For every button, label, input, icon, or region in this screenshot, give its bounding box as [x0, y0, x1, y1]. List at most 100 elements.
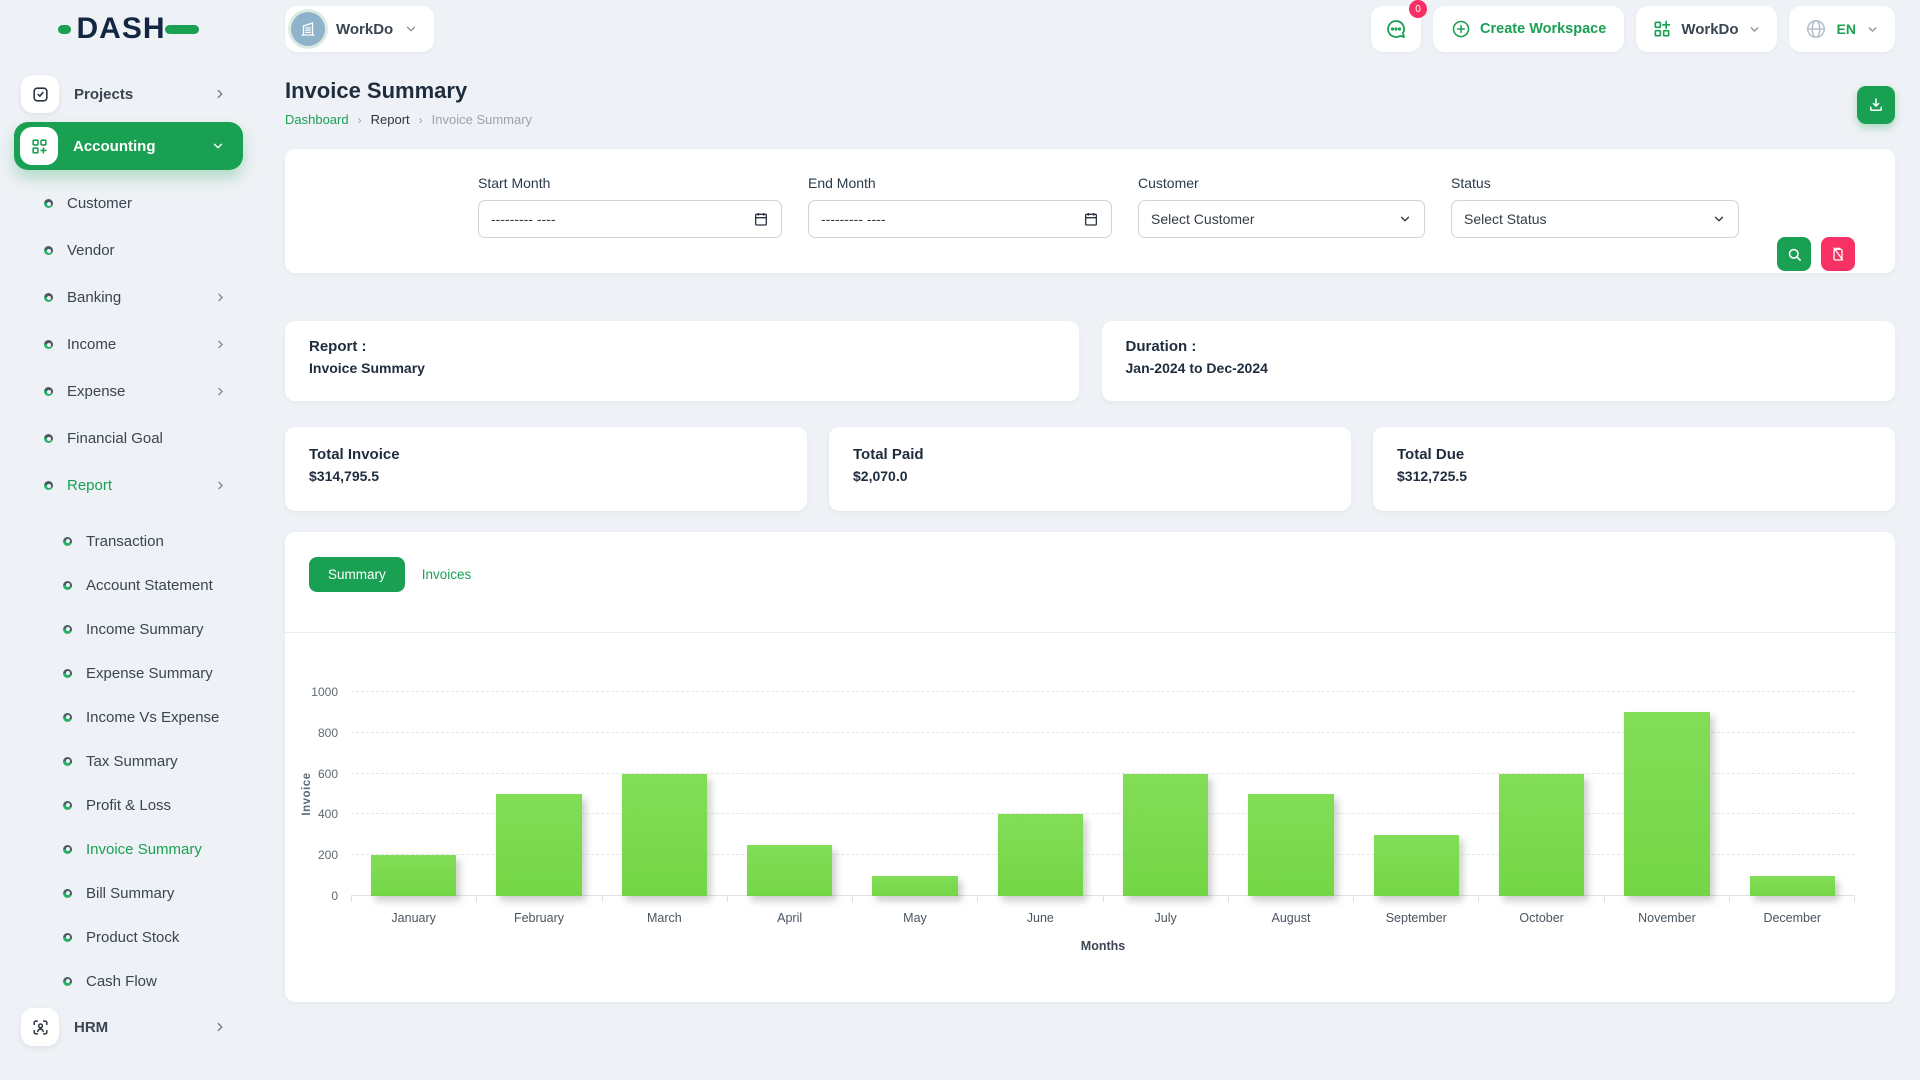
- bar-october[interactable]: [1499, 774, 1584, 896]
- sidebar-item-account-statement[interactable]: Account Statement: [0, 563, 257, 607]
- logo-accent-right: [165, 25, 199, 34]
- create-workspace-label: Create Workspace: [1480, 21, 1606, 37]
- breadcrumb-report[interactable]: Report: [371, 112, 410, 127]
- workdo-menu-button[interactable]: WorkDo: [1636, 6, 1776, 52]
- sidebar-item-customer[interactable]: Customer: [0, 180, 257, 227]
- create-workspace-button[interactable]: Create Workspace: [1433, 6, 1624, 52]
- x-tick-label: April: [727, 911, 852, 925]
- chevron-right-icon: [214, 385, 227, 398]
- breadcrumb-current: Invoice Summary: [432, 112, 532, 127]
- x-tick-label: June: [978, 911, 1103, 925]
- bar-april[interactable]: [747, 845, 832, 896]
- chevron-down-icon: [1748, 23, 1761, 36]
- calendar-icon[interactable]: [753, 211, 769, 227]
- x-axis-title: Months: [351, 939, 1855, 953]
- sidebar-item-accounting[interactable]: Accounting: [14, 122, 243, 170]
- bar-july[interactable]: [1123, 774, 1208, 896]
- bullet-icon: [63, 625, 72, 634]
- calendar-icon[interactable]: [1083, 211, 1099, 227]
- sidebar-item-banking[interactable]: Banking: [0, 274, 257, 321]
- sidebar-item-label: Profit & Loss: [86, 797, 227, 814]
- bullet-icon: [44, 481, 53, 490]
- tab-summary[interactable]: Summary: [309, 557, 405, 592]
- sidebar-item-label: Cash Flow: [86, 973, 227, 990]
- grid-plus-icon: [1652, 19, 1672, 39]
- sidebar-item-income-summary[interactable]: Income Summary: [0, 607, 257, 651]
- sidebar-item-hrm[interactable]: HRM: [0, 1005, 257, 1049]
- x-axis-ticks: [351, 896, 1855, 902]
- sidebar-item-expense-summary[interactable]: Expense Summary: [0, 651, 257, 695]
- sidebar-item-income-vs-expense[interactable]: Income Vs Expense: [0, 695, 257, 739]
- dash-logo[interactable]: DASH: [58, 12, 198, 46]
- chevron-down-icon: [1398, 212, 1412, 226]
- chevron-down-icon: [1712, 212, 1726, 226]
- sidebar: Projects Accounting Customer Vendor Bank…: [0, 58, 257, 1080]
- language-selector[interactable]: EN: [1789, 6, 1895, 52]
- sidebar-item-report[interactable]: Report: [0, 462, 257, 509]
- language-code: EN: [1837, 21, 1856, 37]
- y-tick-label: 800: [318, 726, 338, 740]
- workdo-menu-label: WorkDo: [1681, 21, 1738, 38]
- sidebar-item-bill-summary[interactable]: Bill Summary: [0, 871, 257, 915]
- bar-november[interactable]: [1624, 712, 1709, 896]
- bar-february[interactable]: [496, 794, 581, 896]
- bar-august[interactable]: [1248, 794, 1333, 896]
- tab-invoices[interactable]: Invoices: [422, 567, 472, 582]
- sidebar-item-vendor[interactable]: Vendor: [0, 227, 257, 274]
- sidebar-item-invoice-summary[interactable]: Invoice Summary: [0, 827, 257, 871]
- breadcrumb-separator: ›: [419, 113, 423, 127]
- sidebar-item-label: Banking: [67, 289, 214, 306]
- sidebar-item-label: Financial Goal: [67, 430, 227, 447]
- sidebar-item-projects[interactable]: Projects: [0, 72, 257, 116]
- customer-select[interactable]: Select Customer: [1138, 200, 1425, 238]
- sidebar-item-product-stock[interactable]: Product Stock: [0, 915, 257, 959]
- bullet-icon: [63, 889, 72, 898]
- bar-march[interactable]: [622, 774, 707, 896]
- sidebar-item-transaction[interactable]: Transaction: [0, 519, 257, 563]
- download-button[interactable]: [1857, 86, 1895, 124]
- page-title: Invoice Summary: [285, 78, 532, 104]
- y-axis-title: Invoice: [285, 692, 351, 896]
- report-info-card: Report : Invoice Summary: [285, 321, 1079, 401]
- start-month-input[interactable]: --------- ----: [478, 200, 782, 238]
- bar-may[interactable]: [872, 876, 957, 896]
- total-due-label: Total Due: [1397, 446, 1871, 463]
- end-month-input[interactable]: --------- ----: [808, 200, 1112, 238]
- hrm-icon: [21, 1008, 59, 1046]
- sidebar-item-financial-goal[interactable]: Financial Goal: [0, 415, 257, 462]
- bar-december[interactable]: [1750, 876, 1835, 896]
- sidebar-item-label: Income Summary: [86, 621, 227, 638]
- sidebar-item-tax-summary[interactable]: Tax Summary: [0, 739, 257, 783]
- customer-label: Customer: [1138, 175, 1425, 191]
- sidebar-item-label: Expense Summary: [86, 665, 227, 682]
- sidebar-item-label: Report: [67, 477, 214, 494]
- workspace-name: WorkDo: [336, 21, 393, 38]
- sidebar-submenu: Transaction Account Statement Income Sum…: [0, 519, 257, 1003]
- bar-january[interactable]: [371, 855, 456, 896]
- sidebar-item-expense[interactable]: Expense: [0, 368, 257, 415]
- sidebar-item-label: Tax Summary: [86, 753, 227, 770]
- bar-september[interactable]: [1374, 835, 1459, 896]
- x-tick-label: March: [602, 911, 727, 925]
- sidebar-item-label: Bill Summary: [86, 885, 227, 902]
- brand-area: DASH: [0, 12, 257, 46]
- workspace-avatar: [291, 12, 325, 46]
- sidebar-item-income[interactable]: Income: [0, 321, 257, 368]
- sidebar-item-label: Vendor: [67, 242, 227, 259]
- tab-bar: Summary Invoices: [285, 557, 1895, 592]
- x-tick-label: August: [1228, 911, 1353, 925]
- reset-filter-button[interactable]: [1821, 237, 1855, 271]
- breadcrumb-dashboard[interactable]: Dashboard: [285, 112, 349, 127]
- bullet-icon: [63, 801, 72, 810]
- bullet-icon: [44, 340, 53, 349]
- breadcrumb-separator: ›: [358, 113, 362, 127]
- messages-button[interactable]: 0: [1371, 6, 1421, 52]
- y-tick-label: 200: [318, 848, 338, 862]
- bar-june[interactable]: [998, 814, 1083, 896]
- sidebar-item-cash-flow[interactable]: Cash Flow: [0, 959, 257, 1003]
- workspace-selector[interactable]: WorkDo: [285, 6, 434, 52]
- start-month-group: Start Month --------- ----: [478, 175, 782, 273]
- sidebar-item-profit-loss[interactable]: Profit & Loss: [0, 783, 257, 827]
- apply-filter-button[interactable]: [1777, 237, 1811, 271]
- status-select[interactable]: Select Status: [1451, 200, 1739, 238]
